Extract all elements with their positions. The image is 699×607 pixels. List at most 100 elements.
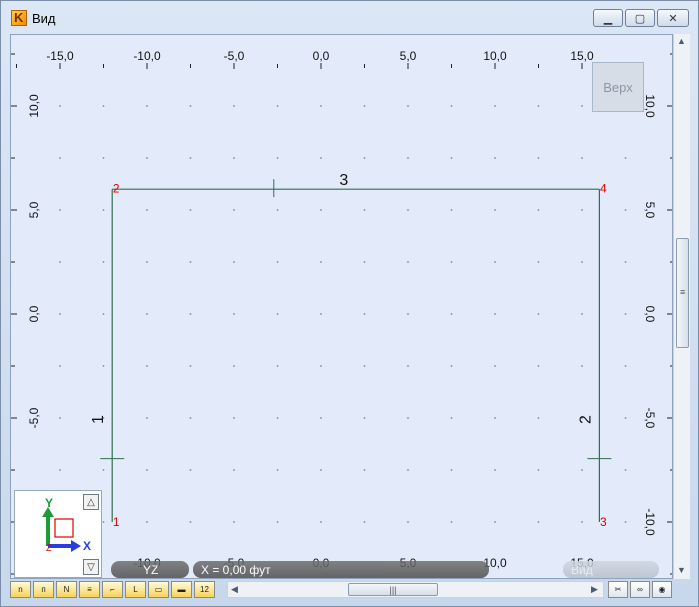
- member-label: 2: [577, 415, 594, 424]
- grid-dot: [233, 365, 235, 367]
- right-ruler-tick-label: 10,0: [643, 94, 657, 118]
- grid-dot: [363, 313, 366, 315]
- grid-dot: [537, 521, 540, 523]
- grid-dot: [624, 209, 627, 211]
- view-cube-button[interactable]: Верх: [592, 62, 644, 112]
- grid-dot: [363, 417, 366, 419]
- link-icon: ∞: [637, 585, 643, 594]
- view-cube-label: Верх: [603, 79, 633, 95]
- maximize-icon: ▢: [634, 12, 646, 25]
- grid-dot: [102, 365, 105, 367]
- toolbar-button-labels[interactable]: 12: [194, 581, 215, 598]
- grid-dot: [581, 105, 583, 107]
- scroll-down-icon[interactable]: ▼: [677, 565, 686, 575]
- toolbar-button-link[interactable]: ∞: [630, 581, 650, 598]
- grid-dot: [450, 261, 453, 263]
- view-status[interactable]: Вид: [563, 561, 659, 578]
- grid-dot: [450, 313, 453, 315]
- grid-dot: [494, 469, 496, 471]
- rotate-up-button[interactable]: △: [83, 494, 99, 510]
- grid-dot: [407, 365, 409, 367]
- vertical-scroll-thumb[interactable]: ≡: [676, 238, 689, 348]
- grid-dot: [494, 521, 496, 523]
- toolbar-button-member[interactable]: п: [33, 581, 54, 598]
- toolbar-button-section[interactable]: ▬: [171, 581, 192, 598]
- title-bar[interactable]: K Вид ▁ ▢ ✕: [1, 1, 698, 33]
- grid-dot: [146, 365, 148, 367]
- toolbar-button-surface[interactable]: ▭: [148, 581, 169, 598]
- section-tool-icon: ▬: [177, 585, 186, 594]
- grid-dot: [494, 313, 496, 315]
- toolbar-button-cut[interactable]: ✂: [608, 581, 628, 598]
- grid-dot: [407, 105, 409, 107]
- structural-frame[interactable]: 1 2 3 1 2 3 4: [90, 172, 612, 529]
- toolbar-button-render[interactable]: ◉: [652, 581, 672, 598]
- plane-status[interactable]: YZ: [111, 561, 189, 578]
- toolbar-button-node[interactable]: n: [10, 581, 31, 598]
- toolbar-button-numbering[interactable]: N: [56, 581, 77, 598]
- grid-dot: [624, 261, 627, 263]
- node-label: 1: [113, 515, 120, 529]
- grid-dot: [407, 157, 409, 159]
- labels-tool-icon: 12: [200, 585, 209, 594]
- scroll-right-icon[interactable]: ▶: [591, 584, 598, 595]
- grid-dot: [59, 157, 61, 159]
- close-icon: ✕: [668, 12, 678, 25]
- grid-dot: [624, 365, 627, 367]
- grid-dot: [624, 417, 627, 419]
- grid-dot: [189, 157, 192, 159]
- plate-tool-icon: ≡: [87, 585, 92, 594]
- viewport-canvas[interactable]: -15,0 -10,0 -5,0 0,0 5,0 10,0 15,010,05,00,0-5…: [11, 35, 673, 579]
- toolbar-button-support[interactable]: L: [125, 581, 146, 598]
- grid-dot: [494, 157, 496, 159]
- grid-dot: [581, 157, 583, 159]
- toolbar-button-plate[interactable]: ≡: [79, 581, 100, 598]
- grid-dot: [407, 313, 409, 315]
- vscroll-grip-icon: ≡: [680, 287, 686, 297]
- toolbar-button-load[interactable]: ⌐: [102, 581, 123, 598]
- right-ruler-tick-label: -10,0: [643, 508, 657, 536]
- scroll-left-icon[interactable]: ◀: [231, 584, 238, 595]
- rotate-down-button[interactable]: ▽: [83, 559, 99, 575]
- close-button[interactable]: ✕: [657, 9, 689, 27]
- plane-status-label: YZ: [143, 562, 159, 577]
- top-ruler-tick-label: -15,0: [46, 49, 74, 63]
- maximize-button[interactable]: ▢: [625, 9, 655, 27]
- grid-dot: [581, 469, 583, 471]
- grid-dot: [537, 105, 540, 107]
- grid-dot: [320, 313, 322, 315]
- grid-dot: [537, 365, 540, 367]
- scroll-up-icon[interactable]: ▲: [677, 36, 686, 46]
- cut-icon: ✂: [614, 585, 622, 594]
- model-viewport[interactable]: -15,0 -10,0 -5,0 0,0 5,0 10,0 15,0 10,0 5,0 0,0 -5…: [10, 34, 673, 579]
- grid-dot: [320, 521, 322, 523]
- grid-dot: [537, 157, 540, 159]
- top-ruler-tick-label: -5,0: [224, 49, 245, 63]
- node-tool-icon: n: [18, 585, 23, 594]
- right-ruler-tick-label: 0,0: [643, 306, 657, 323]
- grid-dot: [450, 417, 453, 419]
- grid-dot: [450, 209, 453, 211]
- grid-dot: [102, 261, 105, 263]
- grid-dot: [494, 261, 496, 263]
- grid-dot: [59, 365, 61, 367]
- grid-dot: [59, 417, 61, 419]
- hscroll-grip-icon: |||: [389, 584, 397, 595]
- horizontal-scrollbar[interactable]: ◀ ||| ▶: [227, 581, 604, 598]
- left-ruler-tick-label: -5,0: [27, 407, 41, 428]
- horizontal-scroll-thumb[interactable]: |||: [348, 583, 438, 596]
- member-tool-icon: п: [41, 585, 46, 594]
- top-ruler-tick-label: 10,0: [483, 49, 507, 63]
- vertical-scrollbar[interactable]: ▲ ≡ ▼: [673, 34, 690, 579]
- grid-dot: [59, 469, 61, 471]
- surface-tool-icon: ▭: [154, 585, 163, 594]
- axis-triad-widget[interactable]: Y X Z △ ▽: [14, 490, 102, 578]
- node-label: 4: [600, 181, 607, 195]
- right-ruler-tick-label: -5,0: [643, 408, 657, 429]
- grid-dot: [233, 313, 235, 315]
- minimize-button[interactable]: ▁: [593, 9, 623, 27]
- grid-dot: [233, 469, 235, 471]
- grid-dot: [450, 105, 453, 107]
- grid-dot: [189, 105, 192, 107]
- grid-dot: [102, 157, 105, 159]
